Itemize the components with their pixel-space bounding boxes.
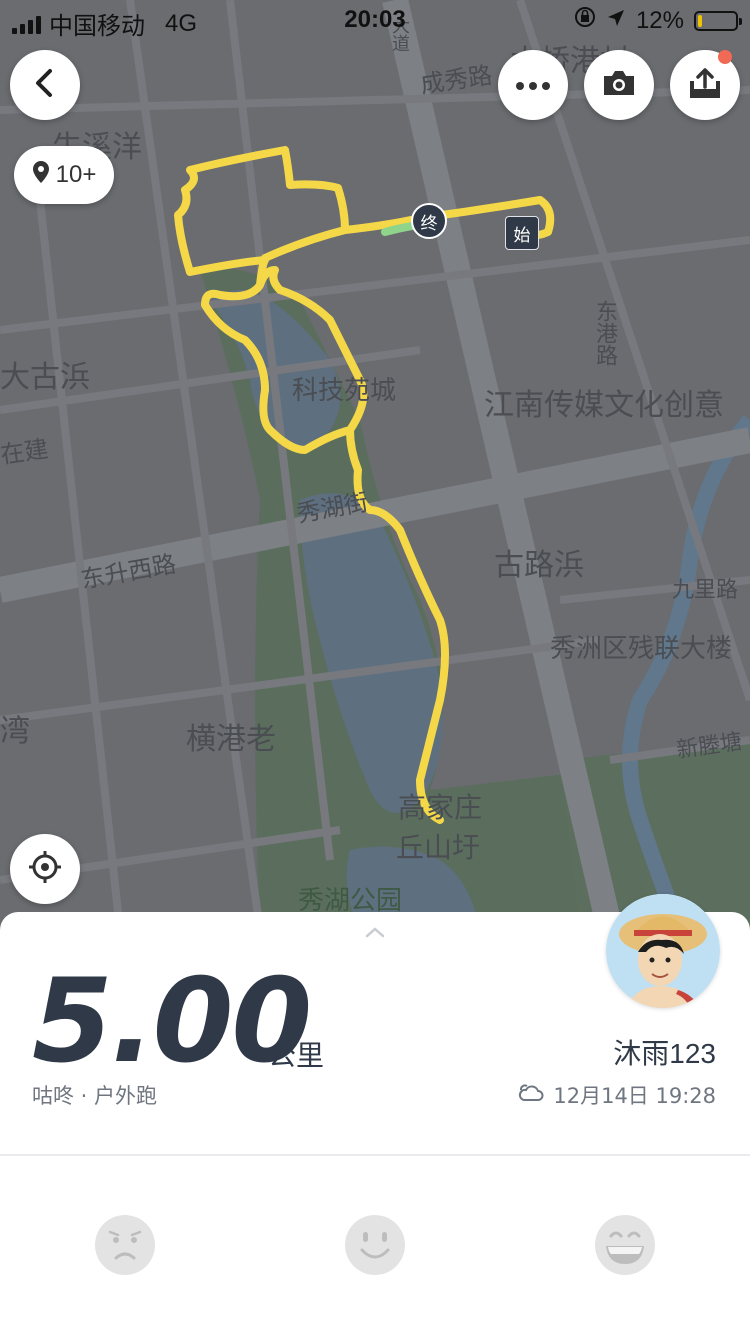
- chevron-left-icon: [32, 68, 58, 102]
- route-map[interactable]: 成秀路 木桥港村 牛溪洋 大古浜 在建 科技苑城 江南传媒文化创意 东港路 秀湖…: [0, 0, 750, 930]
- photo-count: 10+: [55, 161, 97, 188]
- map-label-road: 在建: [0, 434, 51, 470]
- map-label-place: 湾: [0, 714, 30, 749]
- status-bar: 中国移动 4G 20:03 12%: [0, 0, 750, 40]
- battery-percent: 12%: [635, 6, 684, 34]
- route-end-marker[interactable]: 终: [411, 203, 447, 239]
- map-label-place: 科技苑城: [292, 376, 397, 406]
- map-label-place: 古路浜: [494, 548, 584, 583]
- distance-unit: 公里: [268, 1039, 325, 1072]
- share-icon: [688, 67, 722, 103]
- camera-icon: [601, 68, 637, 102]
- share-button[interactable]: [670, 50, 740, 120]
- sad-face-icon[interactable]: [94, 1214, 156, 1276]
- username[interactable]: 沐雨123: [613, 1032, 716, 1072]
- battery-icon: [694, 10, 742, 31]
- map-label-place: 秀洲区残联大楼: [550, 634, 733, 664]
- map-label-place: 丘山圩: [396, 831, 481, 864]
- chevron-up-icon[interactable]: [363, 924, 387, 938]
- activity-datetime: 12月14日 19:28: [517, 1080, 716, 1110]
- map-label-place: 江南传媒文化创意: [484, 388, 724, 423]
- notification-dot: [718, 50, 732, 64]
- activity-source: 咕咚 · 户外跑: [32, 1084, 158, 1108]
- route-start-marker[interactable]: 始: [505, 216, 539, 250]
- photo-markers-button[interactable]: 10+: [14, 146, 114, 204]
- more-button[interactable]: [498, 50, 568, 120]
- locate-target-icon: [27, 849, 63, 889]
- laugh-face-icon[interactable]: [594, 1214, 656, 1276]
- back-button[interactable]: [10, 50, 80, 120]
- summary-sheet: 5.00 公里 咕咚 · 户外跑 沐雨123 12月14日 19:28: [0, 894, 750, 1334]
- smile-face-icon[interactable]: [344, 1214, 406, 1276]
- camera-button[interactable]: [584, 50, 654, 120]
- avatar[interactable]: [606, 894, 720, 1008]
- map-label-place: 高家庄: [398, 791, 483, 824]
- location-arrow-icon: [606, 7, 626, 35]
- map-label-road: 九里路: [672, 578, 739, 603]
- divider: [0, 1154, 750, 1156]
- datetime-text: 12月14日 19:28: [553, 1084, 716, 1108]
- map-label-place: 横港老: [186, 722, 276, 757]
- locate-button[interactable]: [10, 834, 80, 904]
- cloudy-icon: [517, 1082, 545, 1109]
- map-label-place: 大古浜: [0, 360, 90, 395]
- more-dots-icon: [515, 76, 551, 95]
- map-pin-icon: [32, 160, 50, 191]
- rotation-lock-icon: [574, 6, 596, 35]
- map-label-road: 东港路: [592, 300, 617, 366]
